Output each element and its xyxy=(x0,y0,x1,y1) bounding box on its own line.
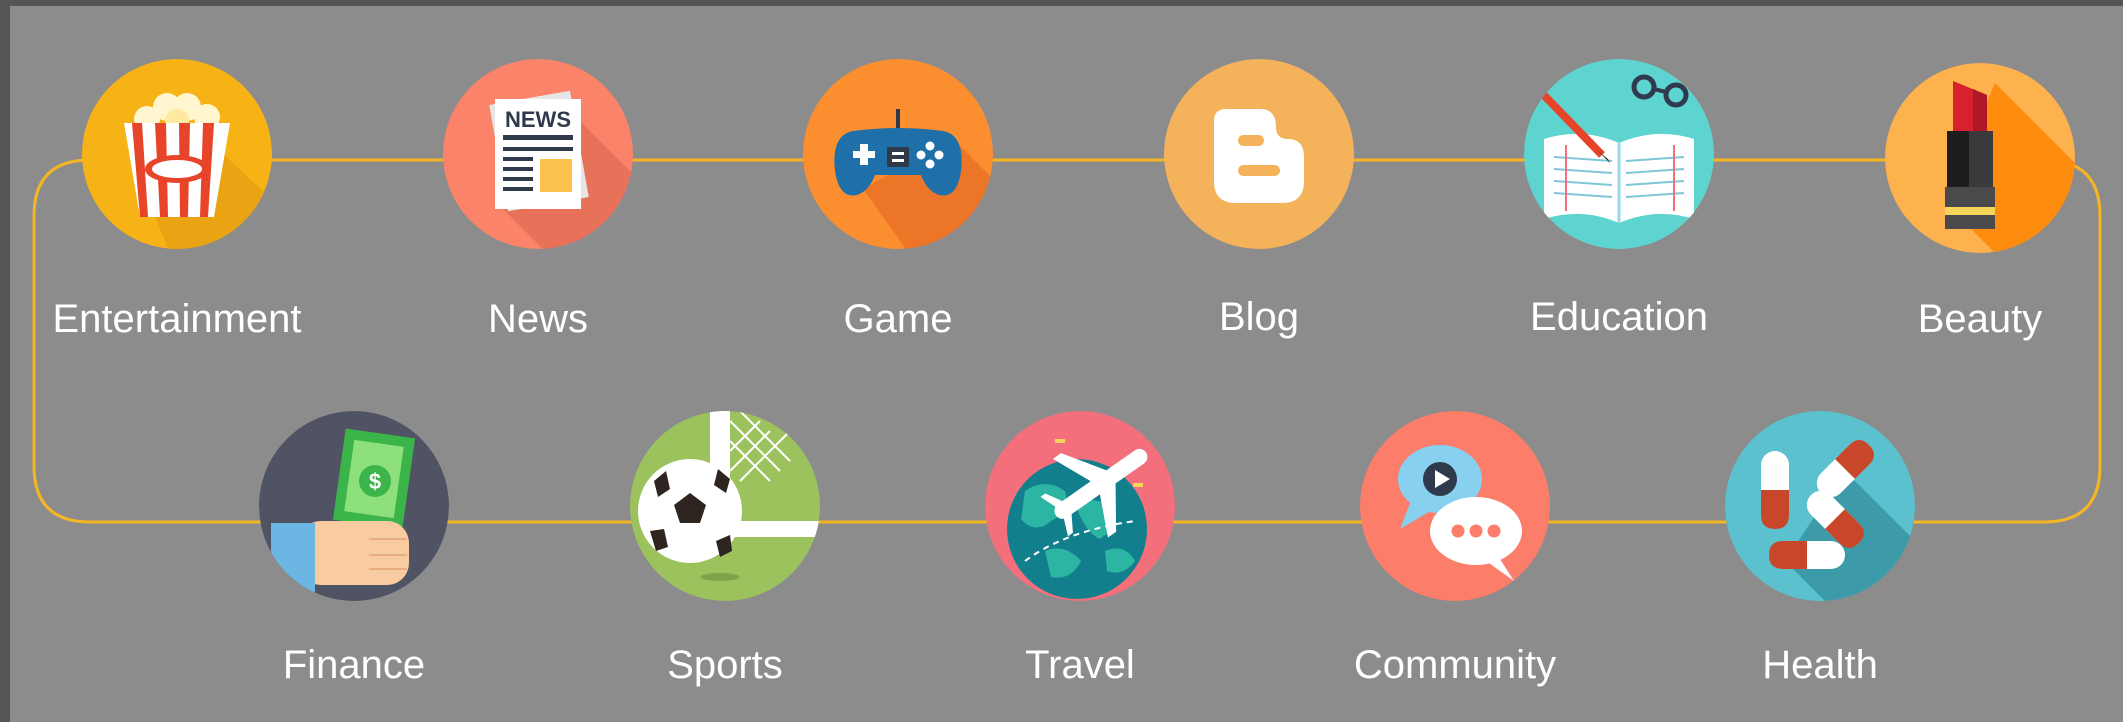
finance-node[interactable]: $ xyxy=(259,411,449,601)
entertainment-node[interactable] xyxy=(82,59,272,249)
education-node[interactable] xyxy=(1524,59,1714,249)
travel-node[interactable] xyxy=(985,411,1175,601)
health-node[interactable] xyxy=(1725,411,1915,601)
chat-bubbles-icon xyxy=(1360,411,1550,601)
label-health: Health xyxy=(1762,643,1878,687)
label-blog: Blog xyxy=(1218,295,1300,339)
soccer-ball-icon xyxy=(630,411,820,601)
blog-node[interactable] xyxy=(1164,59,1354,249)
popcorn-icon xyxy=(82,59,272,249)
label-finance: Finance xyxy=(282,643,426,687)
label-entertainment: Entertainment xyxy=(52,297,302,341)
gamepad-icon xyxy=(803,59,993,249)
money-hand-icon: $ xyxy=(259,411,449,601)
label-game: Game xyxy=(843,297,953,341)
label-news: News xyxy=(487,297,589,341)
sports-node[interactable] xyxy=(630,411,820,601)
newspaper-icon: NEWS xyxy=(443,59,633,249)
pills-icon xyxy=(1725,411,1915,601)
label-education: Education xyxy=(1530,295,1708,339)
airplane-globe-icon xyxy=(985,411,1175,601)
label-community: Community xyxy=(1353,643,1557,687)
label-sports: Sports xyxy=(667,643,783,687)
connector-line xyxy=(32,158,2102,524)
blogger-icon xyxy=(1164,59,1354,249)
beauty-node[interactable] xyxy=(1885,63,2075,253)
svg-text:$: $ xyxy=(369,469,381,494)
svg-text:NEWS: NEWS xyxy=(505,107,571,132)
label-beauty: Beauty xyxy=(1917,297,2043,341)
label-travel: Travel xyxy=(1025,643,1135,687)
news-node[interactable]: NEWS xyxy=(443,59,633,249)
game-node[interactable] xyxy=(803,59,993,249)
open-book-icon xyxy=(1524,59,1714,249)
lipstick-icon xyxy=(1885,63,2075,253)
community-node[interactable] xyxy=(1360,411,1550,601)
